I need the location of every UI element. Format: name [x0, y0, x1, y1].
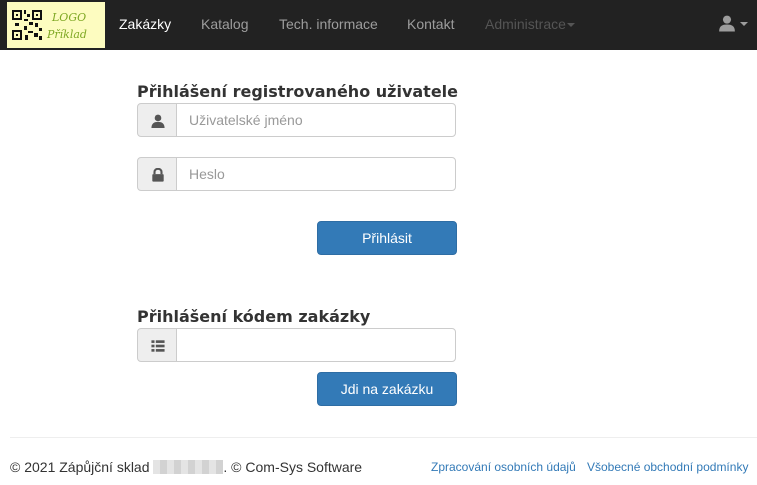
- qr-code-icon: [12, 10, 42, 40]
- chevron-down-icon: [566, 23, 575, 28]
- navbar: LOGO Příklad Zakázky Katalog Tech. infor…: [0, 0, 757, 50]
- nav-item-zakazky[interactable]: Zakázky: [119, 0, 171, 50]
- nav-item-kontakt[interactable]: Kontakt: [407, 0, 454, 50]
- nav-item-katalog[interactable]: Katalog: [201, 0, 248, 50]
- footer-copyright: © 2021 Zápůjční sklad . © Com-Sys Softwa…: [10, 459, 362, 475]
- login-title: Přihlášení registrovaného uživatele: [137, 82, 458, 101]
- nav-item-administrace-label: Administrace: [485, 16, 566, 32]
- copyright-prefix: © 2021 Zápůjční sklad: [10, 459, 150, 475]
- username-input[interactable]: [176, 103, 456, 137]
- order-code-title: Přihlášení kódem zakázky: [137, 307, 371, 326]
- user-menu-toggle[interactable]: [718, 14, 750, 34]
- copyright-suffix: . © Com-Sys Software: [223, 459, 363, 475]
- order-code-input[interactable]: [176, 328, 456, 362]
- logo[interactable]: LOGO Příklad: [7, 2, 105, 48]
- go-to-order-button[interactable]: Jdi na zakázku: [317, 372, 457, 406]
- login-button[interactable]: Přihlásit: [317, 221, 457, 255]
- order-code-input-group: [137, 328, 456, 362]
- password-input-group: [137, 157, 456, 191]
- list-icon: [151, 340, 165, 352]
- nav-item-administrace: Administrace: [485, 0, 575, 50]
- logo-text-line1: LOGO: [52, 11, 87, 24]
- password-input[interactable]: [176, 157, 456, 191]
- redacted-text: [153, 460, 224, 474]
- order-code-addon: [137, 328, 177, 362]
- privacy-policy-link[interactable]: Zpracování osobních údajů: [431, 460, 576, 474]
- user-icon: [719, 15, 735, 32]
- user-icon: [151, 114, 165, 128]
- lock-icon: [152, 168, 164, 182]
- username-input-group: [137, 103, 456, 137]
- password-addon: [137, 157, 177, 191]
- logo-text-line2: Příklad: [47, 28, 87, 41]
- terms-link[interactable]: Všobecné obchodní podmínky: [587, 460, 748, 474]
- nav-item-tech-informace[interactable]: Tech. informace: [279, 0, 378, 50]
- username-addon: [137, 103, 177, 137]
- chevron-down-icon: [740, 22, 748, 26]
- footer-divider: [10, 437, 757, 438]
